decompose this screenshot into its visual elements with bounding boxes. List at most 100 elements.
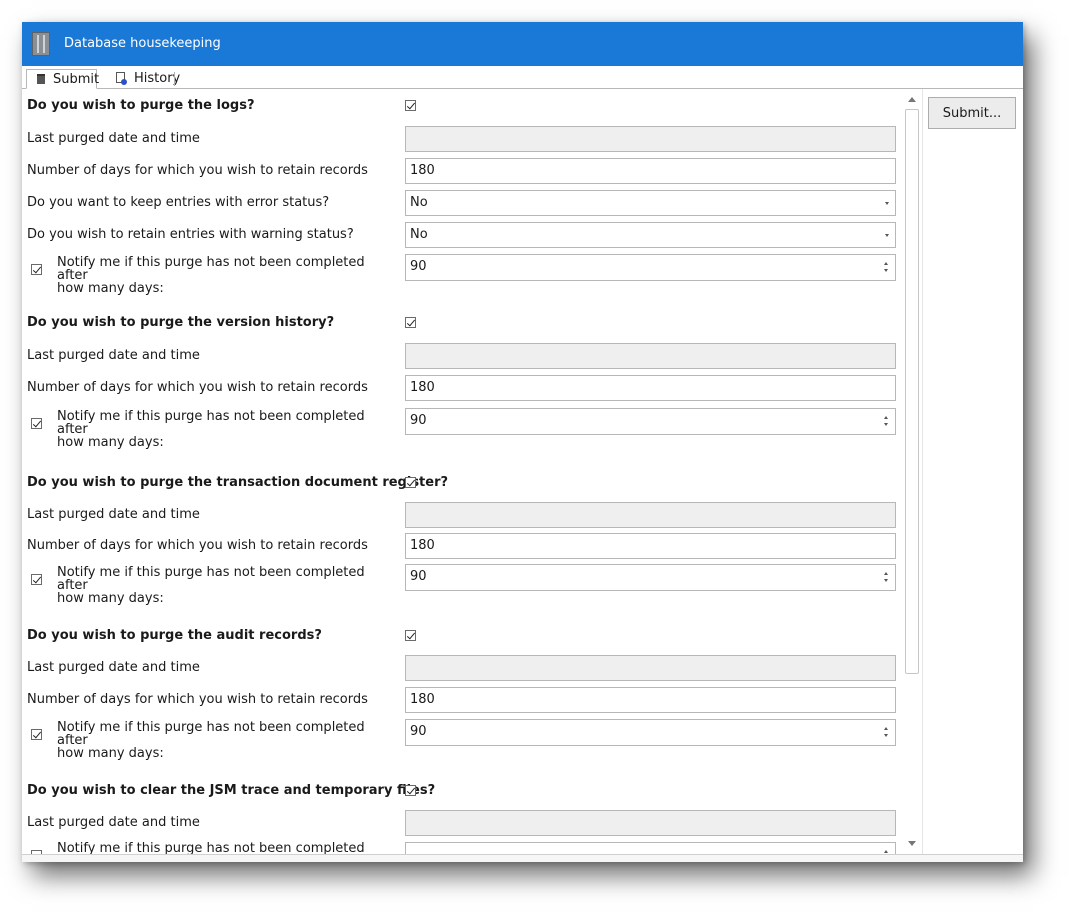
spin-up-icon[interactable]: [884, 572, 888, 575]
submit-button[interactable]: Submit...: [928, 97, 1016, 129]
retain-days-input[interactable]: 180: [405, 375, 896, 401]
notify-days-stepper[interactable]: 90: [405, 564, 896, 591]
warning-status-label: Do you wish to retain entries with warni…: [27, 227, 354, 242]
section-jsm-trace-header: Do you wish to clear the JSM trace and t…: [27, 778, 897, 804]
notify-label-line2: how many days:: [57, 591, 164, 606]
notify-row: Notify me if this purge has not been com…: [27, 842, 897, 854]
chevron-down-icon: [885, 234, 889, 237]
retain-days-input[interactable]: 180: [405, 687, 896, 713]
notify-label: Notify me if this purge has not been com…: [57, 721, 397, 760]
notify-days-value: 90: [410, 569, 427, 584]
notify-label-line1: Notify me if this purge has not been com…: [57, 565, 365, 593]
chevron-down-icon: [885, 202, 889, 205]
tab-separator: [174, 72, 175, 86]
title-bar: Database housekeeping: [22, 22, 1023, 66]
last-purged-label: Last purged date and time: [27, 507, 200, 522]
section-version-history-header: Do you wish to purge the version history…: [27, 310, 897, 336]
notify-label-line1: Notify me if this purge has not been com…: [57, 255, 365, 283]
last-purged-row: Last purged date and time: [27, 343, 897, 369]
scroll-thumb[interactable]: [905, 109, 919, 674]
last-purged-label: Last purged date and time: [27, 348, 200, 363]
notify-days-stepper[interactable]: 90: [405, 408, 896, 435]
check-icon: [406, 317, 416, 327]
notify-days-stepper[interactable]: 90: [405, 254, 896, 281]
error-status-label: Do you want to keep entries with error s…: [27, 195, 330, 210]
spin-up-icon[interactable]: [884, 850, 888, 853]
notify-label: Notify me if this purge has not been com…: [57, 256, 397, 295]
scroll-down-icon[interactable]: [908, 841, 916, 846]
notify-days-stepper[interactable]: 90: [405, 719, 896, 746]
section-heading: Do you wish to purge the transaction doc…: [27, 475, 449, 490]
spin-down-icon[interactable]: [884, 423, 888, 426]
spin-down-icon[interactable]: [884, 579, 888, 582]
retain-days-row: Number of days for which you wish to ret…: [27, 533, 897, 559]
spin-up-icon[interactable]: [884, 416, 888, 419]
notify-checkbox[interactable]: [31, 574, 42, 585]
section-heading: Do you wish to purge the logs?: [27, 98, 255, 113]
window-title: Database housekeeping: [64, 36, 221, 51]
section-heading: Do you wish to purge the audit records?: [27, 628, 322, 643]
purge-version-history-checkbox[interactable]: [405, 317, 416, 328]
clear-jsm-trace-checkbox[interactable]: [405, 785, 416, 796]
purge-logs-checkbox[interactable]: [405, 100, 416, 111]
warning-status-value: No: [410, 227, 428, 242]
vertical-scrollbar[interactable]: [902, 89, 922, 854]
notify-checkbox[interactable]: [31, 729, 42, 740]
check-icon: [32, 574, 42, 584]
last-purged-field: [405, 810, 896, 836]
last-purged-field: [405, 126, 896, 152]
section-logs-header: Do you wish to purge the logs?: [27, 93, 897, 119]
retain-days-row: Number of days for which you wish to ret…: [27, 158, 897, 184]
notify-checkbox[interactable]: [31, 264, 42, 275]
tab-submit[interactable]: Submit: [26, 69, 100, 89]
last-purged-field: [405, 502, 896, 528]
retain-days-label: Number of days for which you wish to ret…: [27, 538, 368, 553]
notify-checkbox[interactable]: [31, 418, 42, 429]
notify-row: Notify me if this purge has not been com…: [27, 408, 897, 449]
retain-days-label: Number of days for which you wish to ret…: [27, 163, 368, 178]
tab-bar: Submit History: [22, 66, 1023, 89]
notify-days-value: 90: [410, 413, 427, 428]
retain-days-label: Number of days for which you wish to ret…: [27, 380, 368, 395]
last-purged-row: Last purged date and time: [27, 810, 897, 836]
check-icon: [406, 630, 416, 640]
error-status-select[interactable]: No: [405, 190, 896, 216]
spin-down-icon[interactable]: [884, 269, 888, 272]
notify-label-line1: Notify me if this purge has not been com…: [57, 409, 365, 437]
notify-days-stepper[interactable]: [405, 842, 896, 854]
database-housekeeping-window: Database housekeeping Submit History Do …: [22, 22, 1023, 862]
retain-days-input[interactable]: 180: [405, 158, 896, 184]
section-transaction-register-header: Do you wish to purge the transaction doc…: [27, 470, 897, 496]
notify-label-line2: how many days:: [57, 746, 164, 761]
spin-up-icon[interactable]: [884, 262, 888, 265]
spin-down-icon[interactable]: [884, 734, 888, 737]
notify-label-line2: how many days:: [57, 281, 164, 296]
tab-history[interactable]: History: [108, 69, 180, 89]
check-icon: [406, 100, 416, 110]
warning-status-select[interactable]: No: [405, 222, 896, 248]
retain-days-row: Number of days for which you wish to ret…: [27, 375, 897, 401]
bottom-strip: [22, 854, 1023, 862]
last-purged-field: [405, 655, 896, 681]
last-purged-row: Last purged date and time: [27, 655, 897, 681]
section-audit-records-header: Do you wish to purge the audit records?: [27, 623, 897, 649]
check-icon: [32, 264, 42, 274]
tab-submit-label: Submit: [53, 72, 100, 87]
check-icon: [406, 785, 416, 795]
error-status-row: Do you want to keep entries with error s…: [27, 190, 897, 216]
notify-days-value: 90: [410, 259, 427, 274]
last-purged-label: Last purged date and time: [27, 815, 200, 830]
purge-transaction-register-checkbox[interactable]: [405, 477, 416, 488]
spin-up-icon[interactable]: [884, 727, 888, 730]
section-heading: Do you wish to purge the version history…: [27, 315, 335, 330]
retain-days-input[interactable]: 180: [405, 533, 896, 559]
purge-audit-records-checkbox[interactable]: [405, 630, 416, 641]
last-purged-label: Last purged date and time: [27, 131, 200, 146]
notify-row: Notify me if this purge has not been com…: [27, 719, 897, 760]
last-purged-label: Last purged date and time: [27, 660, 200, 675]
history-icon: [116, 72, 127, 85]
notify-label: Notify me if this purge has not been com…: [57, 410, 397, 449]
trash-icon: [37, 74, 45, 84]
notify-label: Notify me if this purge has not been com…: [57, 566, 397, 605]
scroll-up-icon[interactable]: [908, 97, 916, 102]
